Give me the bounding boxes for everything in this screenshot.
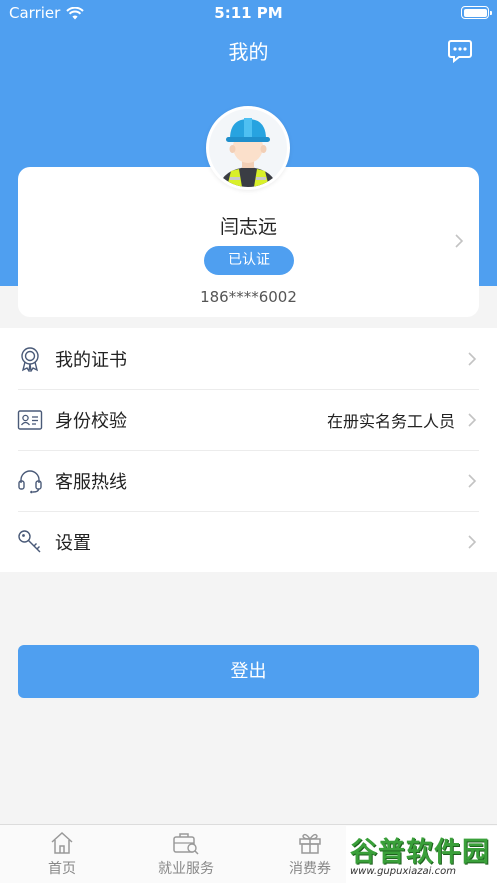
key-icon [18, 529, 41, 552]
tab-employment[interactable]: 就业服务 [124, 825, 248, 883]
chevron-right-icon [455, 234, 464, 248]
menu-item-value: 在册实名务工人员 [326, 411, 455, 431]
avatar[interactable] [206, 106, 290, 190]
verified-badge: 已认证 [204, 246, 294, 275]
phone-number: 186****6002 [200, 288, 297, 306]
certificate-icon [21, 346, 39, 372]
gift-icon [299, 833, 321, 854]
status-time: 5:11 PM [214, 4, 283, 22]
id-card-icon [17, 409, 43, 430]
menu-item-label: 设置 [55, 532, 91, 554]
chevron-right-icon [468, 351, 477, 366]
tab-label: 就业服务 [158, 861, 214, 877]
home-icon [51, 831, 73, 854]
tab-home[interactable]: 首页 [0, 825, 124, 883]
user-name: 闫志远 [219, 216, 277, 238]
watermark-logo: 谷普软件园 www.gupuxiazai.com [346, 826, 497, 883]
watermark-text: 谷普软件园 [350, 837, 490, 868]
logout-button[interactable]: 登出 [18, 645, 479, 698]
headset-icon [18, 469, 42, 493]
chevron-right-icon [468, 473, 477, 488]
page-title: 我的 [228, 40, 269, 64]
menu-item-settings[interactable]: 设置 [0, 511, 497, 572]
menu-item-label: 身份校验 [55, 410, 127, 432]
chat-bubble-icon[interactable] [447, 39, 473, 63]
menu-item-certificates[interactable]: 我的证书 [0, 328, 497, 389]
briefcase-icon [173, 833, 199, 855]
menu-item-label: 我的证书 [55, 349, 127, 371]
battery-icon [461, 6, 492, 19]
chevron-right-icon [468, 412, 477, 427]
menu-item-label: 客服热线 [55, 471, 127, 493]
menu-list: 我的证书 身份校验 在册实名务工人员 客服热线 设置 [0, 328, 497, 572]
watermark-url: www.gupuxiazai.com [350, 866, 456, 877]
menu-item-identity[interactable]: 身份校验 在册实名务工人员 [0, 389, 497, 450]
tab-label: 首页 [48, 861, 76, 877]
worker-avatar-icon [209, 109, 287, 187]
status-bar: Carrier 5:11 PM [0, 0, 497, 26]
menu-item-hotline[interactable]: 客服热线 [0, 450, 497, 511]
chevron-right-icon [468, 534, 477, 549]
